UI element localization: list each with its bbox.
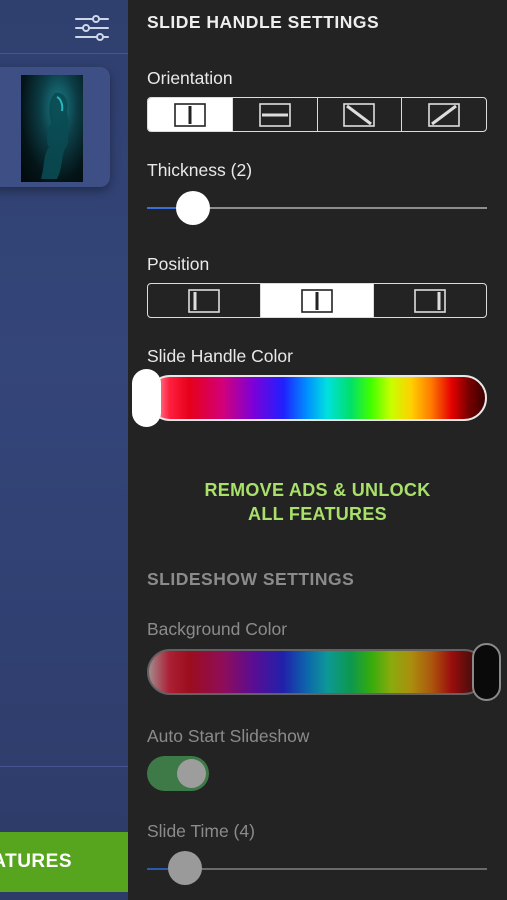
position-right-icon	[414, 288, 446, 313]
settings-panel: SLIDE HANDLE SETTINGS Orientation Thickn…	[128, 0, 507, 900]
background-color-label: Background Color	[147, 619, 288, 639]
background-app-pane: ATURES	[0, 0, 128, 900]
slide-handle-settings-title: SLIDE HANDLE SETTINGS	[147, 12, 380, 32]
orientation-vertical-option[interactable]	[148, 98, 232, 131]
position-center-icon	[301, 288, 333, 313]
orientation-selector	[147, 97, 487, 132]
position-label: Position	[147, 254, 210, 274]
slide-handle-color-label: Slide Handle Color	[147, 346, 293, 366]
thickness-slider-knob[interactable]	[176, 191, 210, 225]
position-left-icon	[188, 288, 220, 313]
orientation-diagonal-up-option[interactable]	[401, 98, 486, 131]
slide-handle-color-knob[interactable]	[132, 369, 161, 427]
background-color-knob[interactable]	[472, 643, 501, 701]
divider	[0, 53, 128, 54]
slide-thumbnail-image	[21, 75, 83, 182]
settings-sliders-icon[interactable]	[74, 14, 110, 44]
orientation-horizontal-option[interactable]	[231, 98, 317, 131]
slide-handle-color-picker[interactable]	[147, 375, 487, 421]
auto-start-label: Auto Start Slideshow	[147, 726, 310, 746]
unlock-line-2: ALL FEATURES	[248, 504, 387, 524]
thickness-label: Thickness (2)	[147, 160, 253, 180]
background-color-picker[interactable]	[147, 649, 487, 695]
unlock-line-1: REMOVE ADS & UNLOCK	[204, 480, 431, 500]
horizontal-line-icon	[258, 102, 291, 127]
slide-thumbnail-card[interactable]	[0, 67, 110, 187]
orientation-diagonal-down-option[interactable]	[316, 98, 402, 131]
features-button[interactable]: ATURES	[0, 832, 128, 892]
diagonal-up-icon	[428, 102, 460, 127]
toggle-knob	[177, 759, 206, 788]
auto-start-toggle[interactable]	[147, 756, 209, 791]
slide-time-slider-knob[interactable]	[168, 851, 202, 885]
position-center-option[interactable]	[260, 284, 373, 317]
position-selector	[147, 283, 487, 318]
divider	[0, 766, 128, 767]
slideshow-settings-title: SLIDESHOW SETTINGS	[147, 569, 355, 589]
slide-time-label: Slide Time (4)	[147, 821, 255, 841]
unlock-features-link[interactable]: REMOVE ADS & UNLOCK ALL FEATURES	[128, 478, 507, 526]
vertical-line-icon	[174, 102, 206, 127]
position-right-option[interactable]	[373, 284, 486, 317]
diagonal-down-icon	[343, 102, 376, 127]
position-left-option[interactable]	[148, 284, 260, 317]
orientation-label: Orientation	[147, 68, 233, 88]
